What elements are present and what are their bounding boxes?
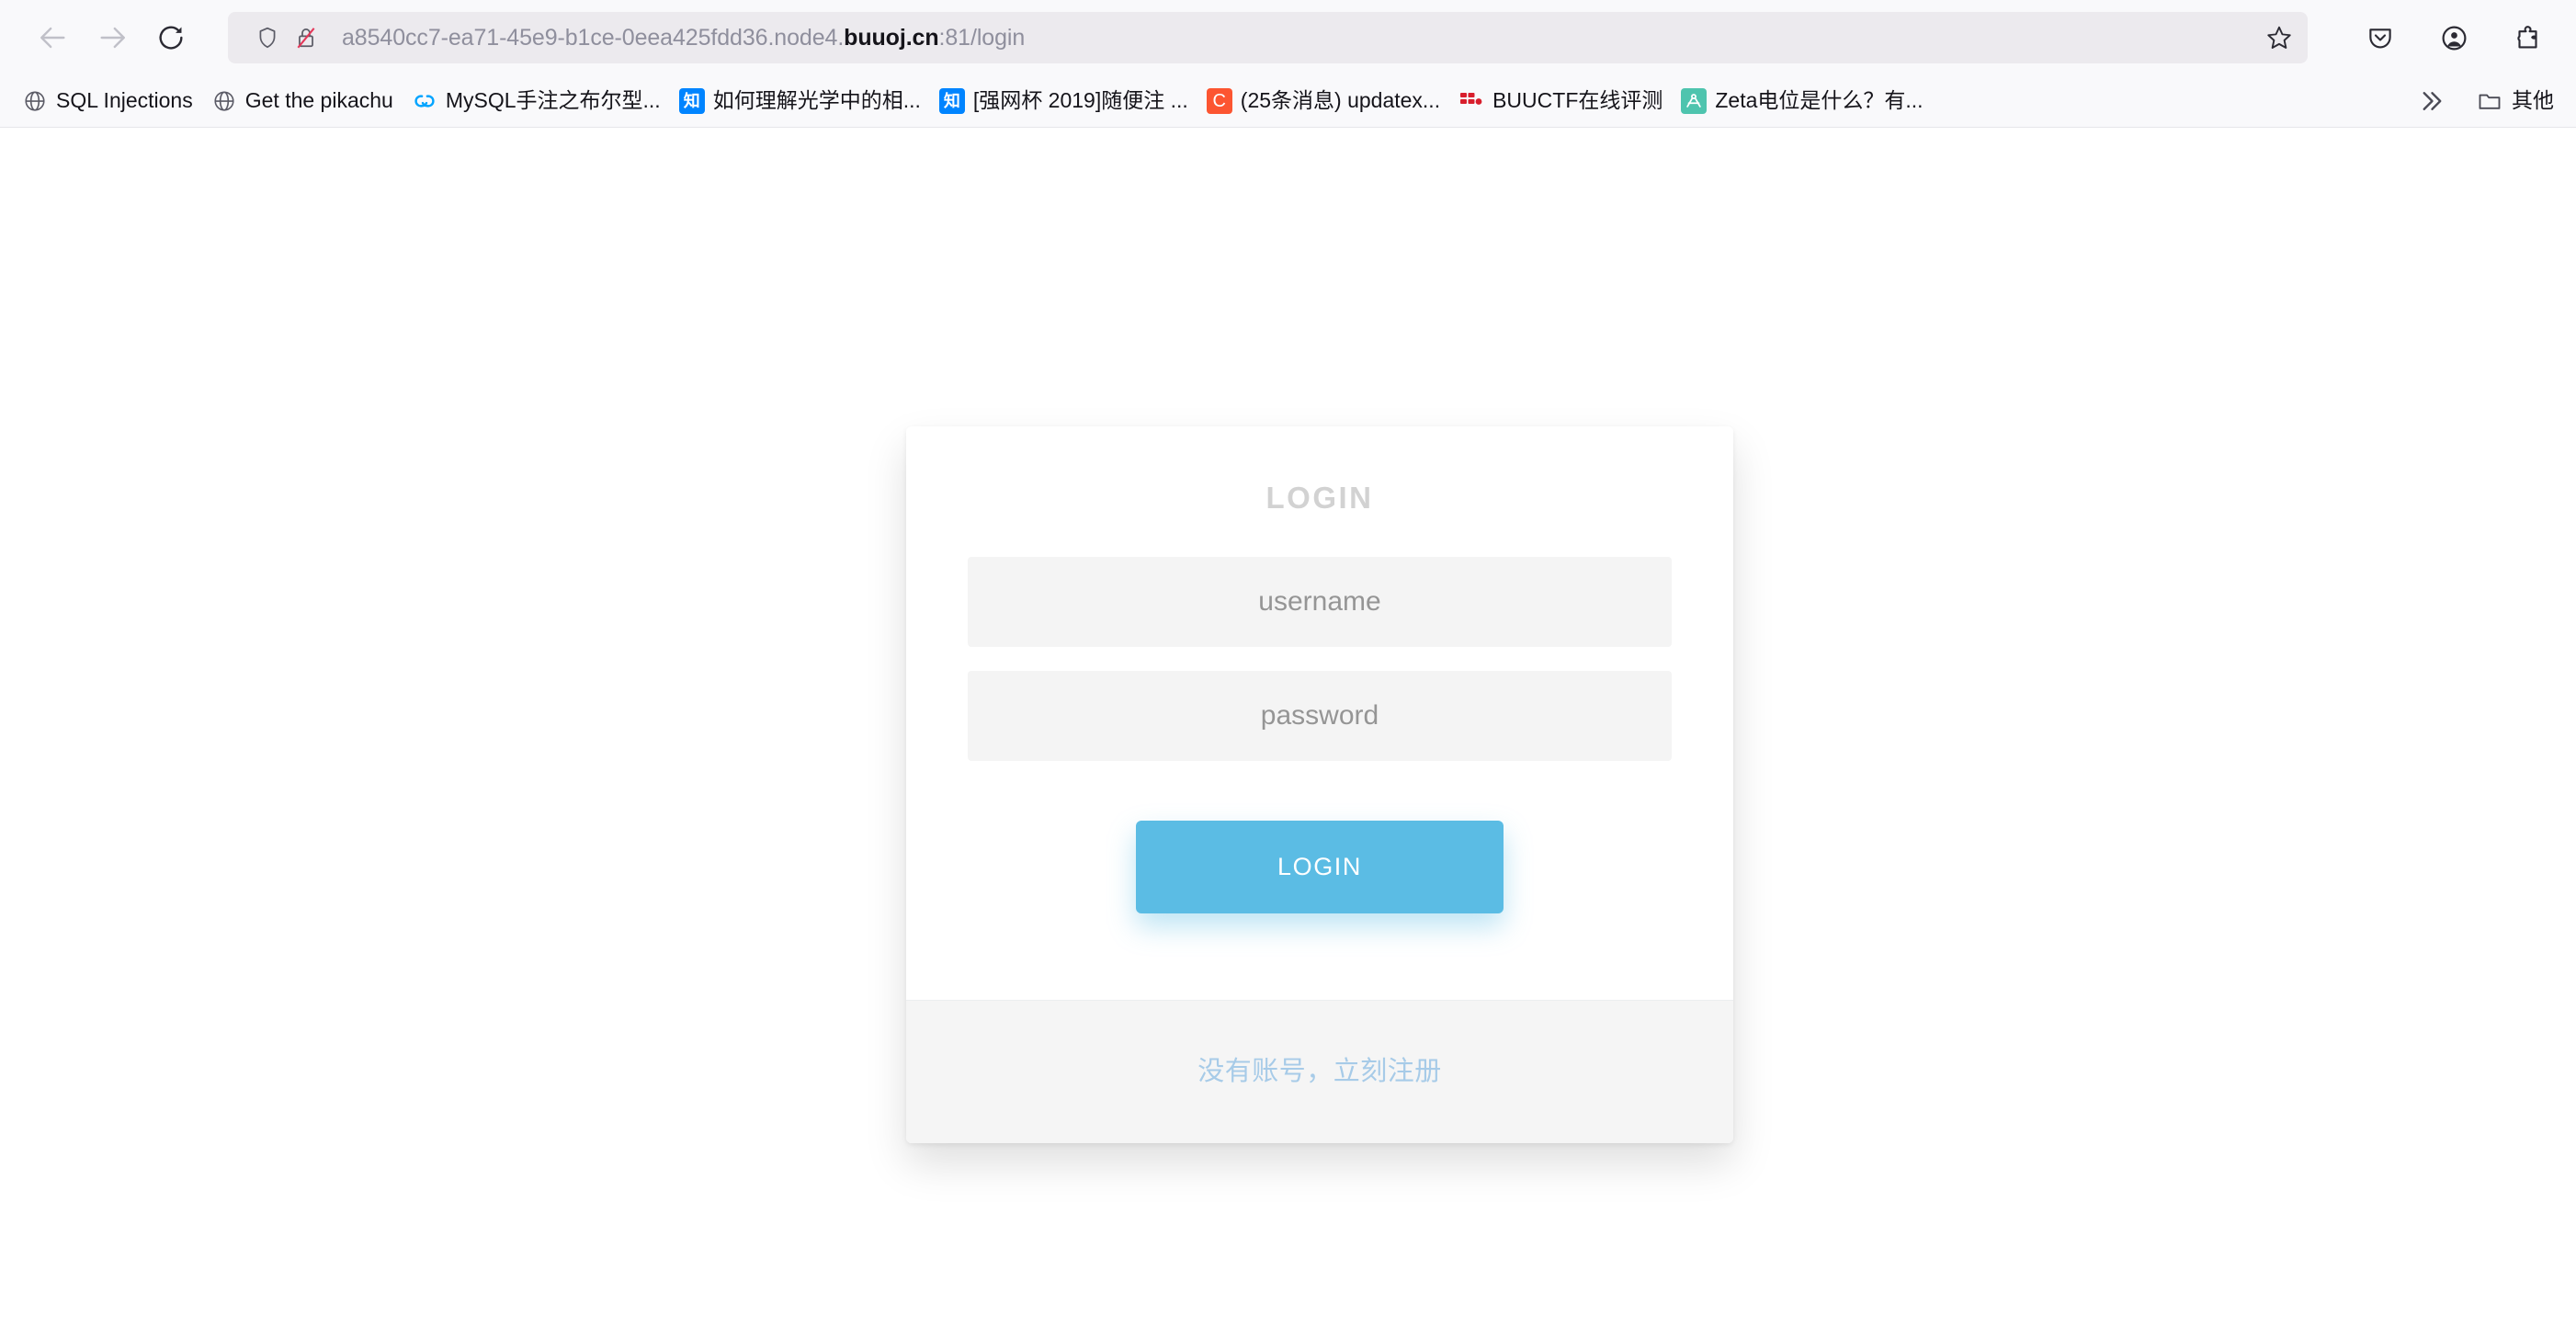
- bookmark-label: MySQL手注之布尔型...: [445, 88, 661, 113]
- zeta-icon: [1681, 88, 1708, 114]
- forward-button[interactable]: [83, 8, 142, 67]
- bookmark-item-buuctf[interactable]: BUUCTF在线评测: [1449, 83, 1672, 119]
- address-bar-icons: [243, 26, 318, 50]
- url-prefix: a8540cc7-ea71-45e9-b1ce-0eea425fdd36.nod…: [342, 26, 845, 50]
- bookmark-label: BUUCTF在线评测: [1492, 88, 1663, 113]
- password-input[interactable]: [968, 670, 1672, 761]
- navigation-toolbar: a8540cc7-ea71-45e9-b1ce-0eea425fdd36.nod…: [0, 0, 2576, 75]
- url-text[interactable]: a8540cc7-ea71-45e9-b1ce-0eea425fdd36.nod…: [342, 27, 2293, 50]
- login-card-footer: 没有账号，立刻注册: [906, 1000, 1733, 1143]
- bookmark-label: 如何理解光学中的相...: [712, 88, 921, 113]
- account-icon: [2442, 26, 2466, 50]
- globe-icon: [211, 88, 237, 114]
- bookmark-label: Zeta电位是什么？有...: [1715, 88, 1923, 113]
- bookmark-item-get-the-pikachu[interactable]: Get the pikachu: [202, 83, 403, 119]
- zhihu-icon: 知: [678, 88, 705, 114]
- toolbar-right-icons: [2330, 13, 2552, 62]
- csdn-icon: C: [1206, 88, 1232, 114]
- page-content: LOGIN LOGIN 没有账号，立刻注册: [0, 128, 2576, 1337]
- bookmark-label: [强网杯 2019]随便注 ...: [972, 88, 1188, 113]
- bookmark-folder-other[interactable]: 其他: [2469, 83, 2561, 119]
- register-link[interactable]: 没有账号，立刻注册: [1197, 1056, 1442, 1088]
- bookmark-item-optics[interactable]: 知 如何理解光学中的相...: [670, 83, 930, 119]
- bookmark-star-button[interactable]: [2251, 12, 2308, 63]
- bookmark-label: (25条消息) updatex...: [1240, 88, 1441, 113]
- account-button[interactable]: [2429, 13, 2479, 62]
- arrow-right-icon: [100, 27, 125, 49]
- star-icon: [2267, 26, 2291, 49]
- extensions-button[interactable]: [2502, 13, 2552, 62]
- url-host: buuoj.cn: [844, 26, 939, 50]
- username-input[interactable]: [968, 556, 1672, 647]
- shield-icon[interactable]: [255, 26, 279, 50]
- globe-icon: [22, 88, 48, 114]
- pocket-button[interactable]: [2355, 13, 2405, 62]
- dasctf-icon: [1458, 88, 1484, 114]
- bookmark-item-csdn-updatex[interactable]: C (25条消息) updatex...: [1197, 83, 1449, 119]
- back-button[interactable]: [24, 8, 83, 67]
- login-card: LOGIN LOGIN 没有账号，立刻注册: [906, 426, 1733, 1143]
- bookmark-item-sql-injections[interactable]: SQL Injections: [13, 83, 202, 119]
- folder-icon: [2479, 94, 2501, 109]
- browser-chrome: a8540cc7-ea71-45e9-b1ce-0eea425fdd36.nod…: [0, 0, 2576, 128]
- address-bar[interactable]: a8540cc7-ea71-45e9-b1ce-0eea425fdd36.nod…: [228, 12, 2308, 63]
- chevrons-right-icon: [2423, 92, 2442, 110]
- bookmarks-overflow-area: 其他: [2409, 80, 2567, 122]
- url-suffix: :81/login: [938, 26, 1026, 50]
- login-button[interactable]: LOGIN: [1136, 820, 1504, 913]
- extensions-icon: [2517, 26, 2537, 49]
- bookmark-folder-label: 其他: [2512, 88, 2554, 113]
- login-card-body: LOGIN LOGIN: [906, 426, 1733, 1001]
- page-title: LOGIN: [1265, 481, 1374, 515]
- zhihu-icon: 知: [938, 88, 965, 114]
- bookmarks-toolbar: SQL Injections Get the pikachu MySQL手注之布…: [0, 75, 2576, 127]
- bookmark-item-qiangwangbei[interactable]: 知 [强网杯 2019]随便注 ...: [930, 83, 1197, 119]
- tencent-cloud-icon: [412, 88, 437, 114]
- bookmark-item-mysql[interactable]: MySQL手注之布尔型...: [403, 83, 670, 119]
- bookmarks-chevron-button[interactable]: [2409, 80, 2451, 122]
- reload-icon: [159, 26, 183, 50]
- lock-crossed-icon[interactable]: [294, 26, 318, 50]
- pocket-icon: [2369, 28, 2391, 49]
- bookmark-label: SQL Injections: [56, 88, 193, 113]
- arrow-left-icon: [40, 27, 65, 49]
- reload-button[interactable]: [142, 8, 200, 67]
- bookmark-label: Get the pikachu: [244, 88, 393, 113]
- bookmark-item-zeta[interactable]: Zeta电位是什么？有...: [1672, 83, 1932, 119]
